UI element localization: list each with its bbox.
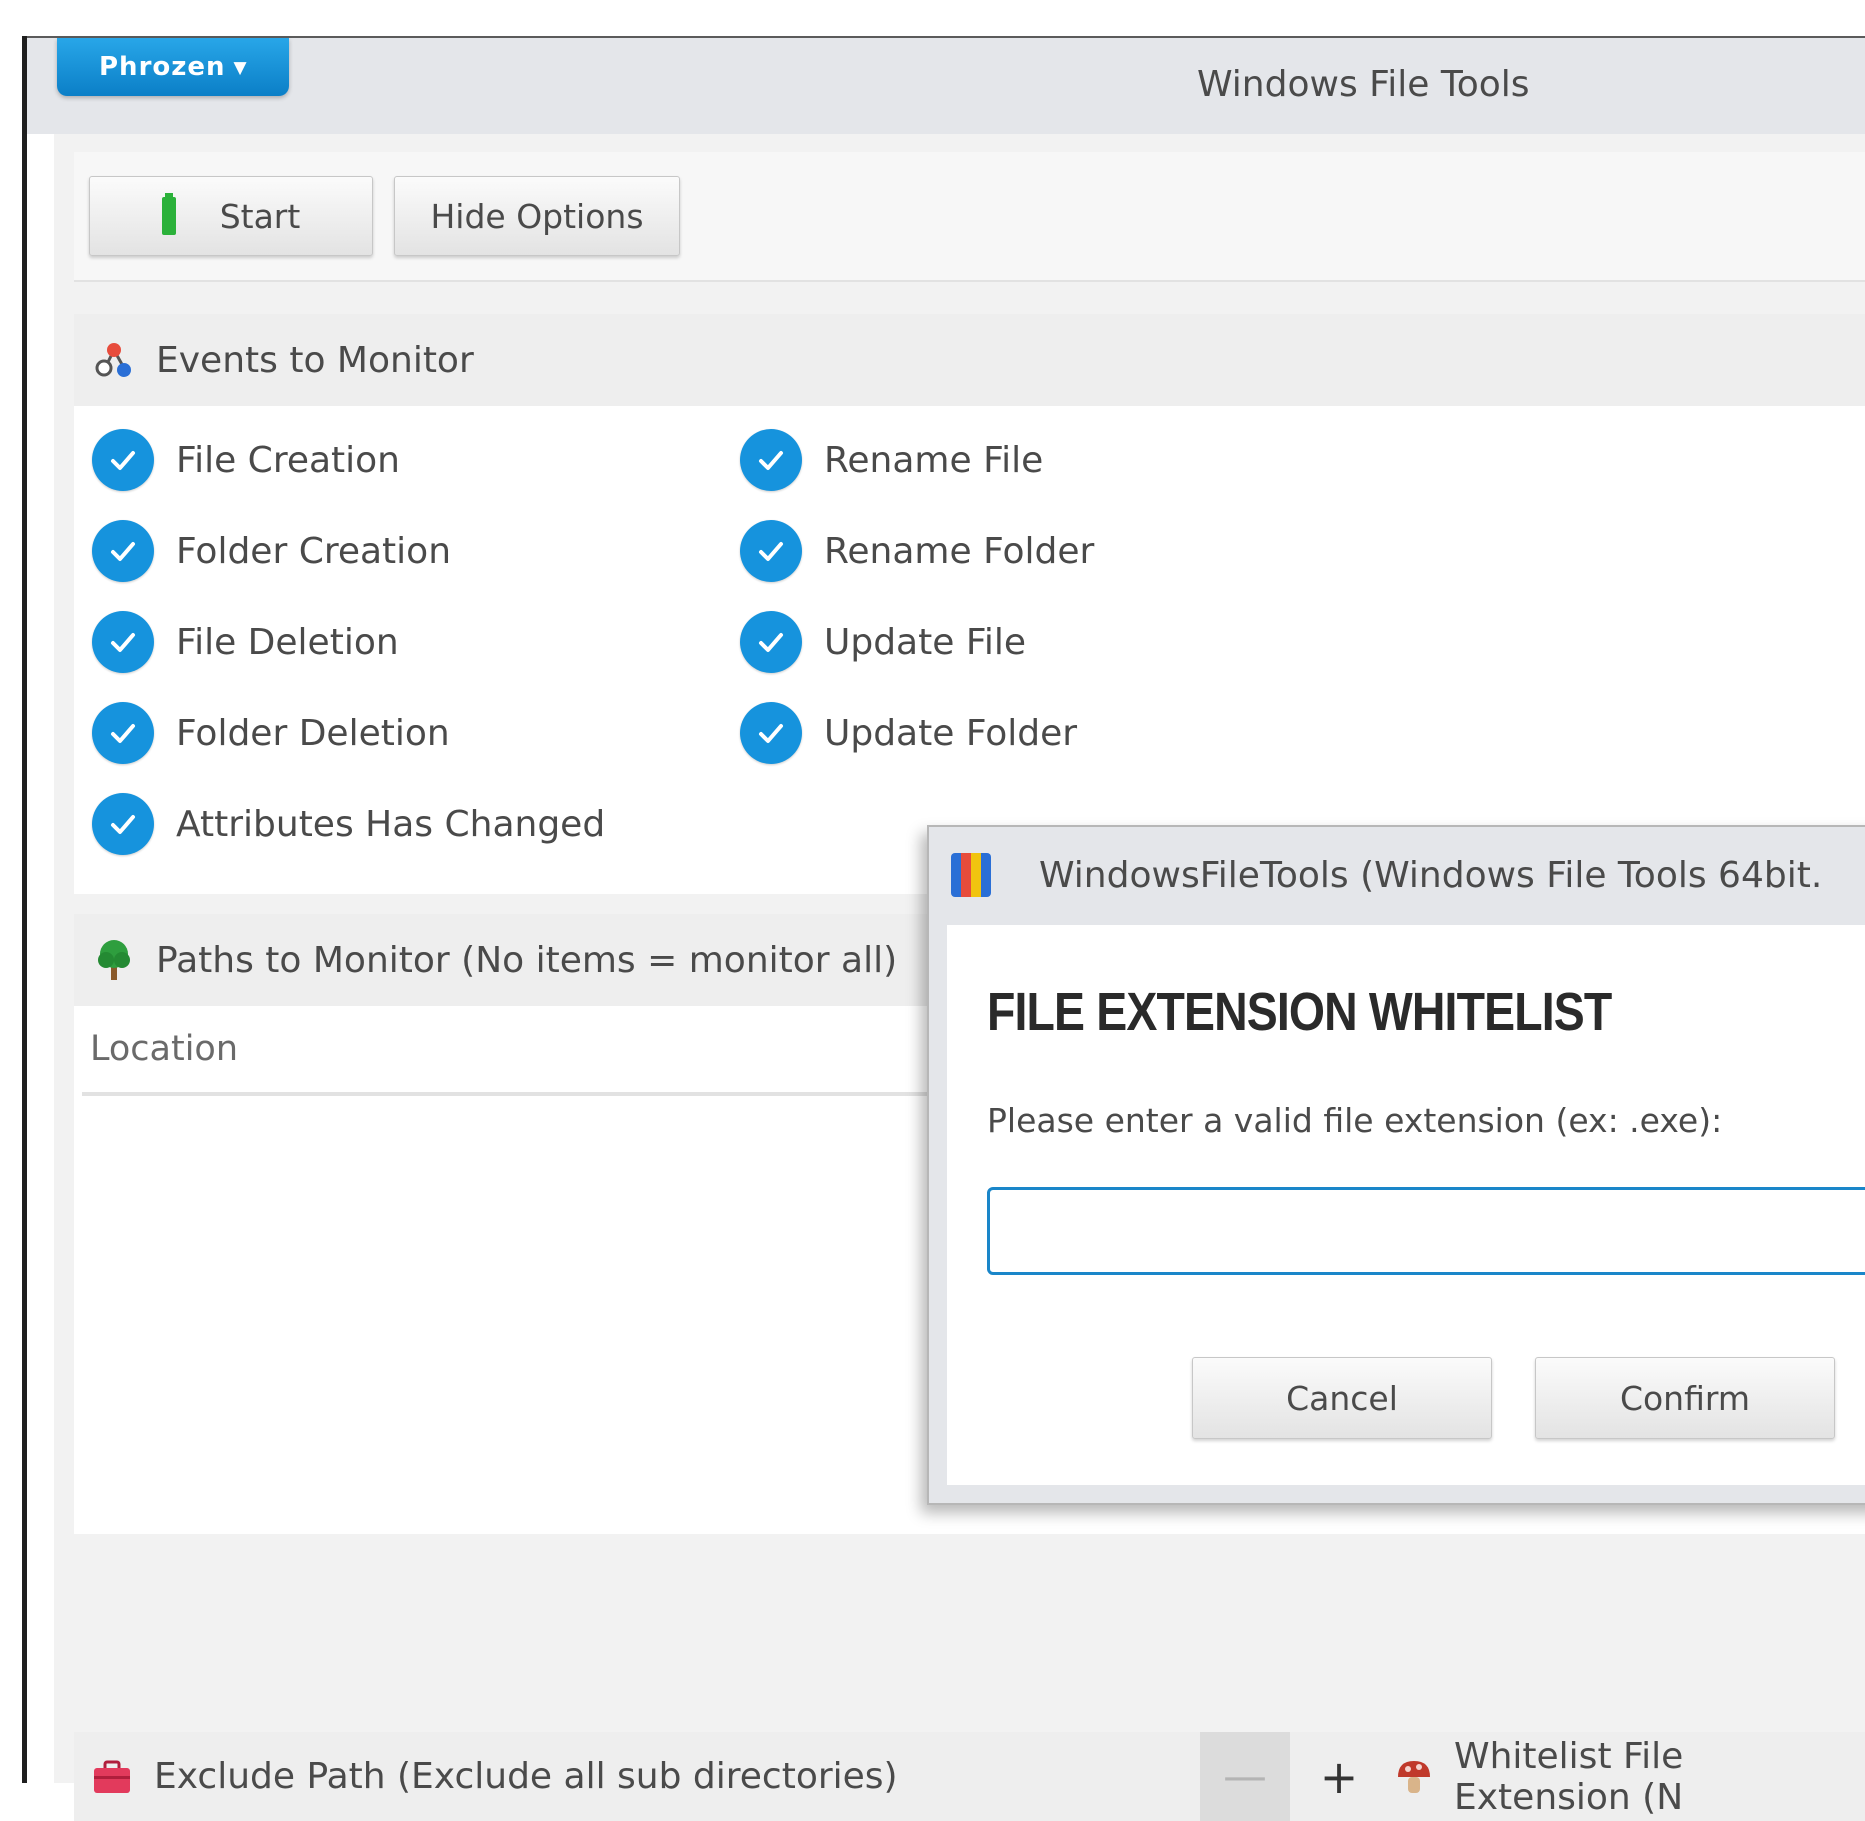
checkbox-update-folder[interactable]: Update Folder bbox=[740, 702, 1077, 764]
dialog-heading: FILE EXTENSION WHITELIST bbox=[987, 982, 1612, 1042]
dialog-body: FILE EXTENSION WHITELIST Please enter a … bbox=[947, 925, 1865, 1485]
checkbox-rename-file[interactable]: Rename File bbox=[740, 429, 1043, 491]
dialog-title: WindowsFileTools (Windows File Tools 64b… bbox=[1039, 854, 1823, 896]
check-icon bbox=[740, 702, 802, 764]
checkbox-label: Rename Folder bbox=[824, 530, 1095, 572]
whitelist-extension-label: Whitelist File Extension (N bbox=[1454, 1735, 1684, 1818]
checkbox-attributes-changed[interactable]: Attributes Has Changed bbox=[92, 793, 605, 855]
paths-header-label: Paths to Monitor (No items = monitor all… bbox=[156, 939, 898, 981]
events-header-label: Events to Monitor bbox=[156, 339, 474, 381]
file-extension-input[interactable] bbox=[987, 1187, 1865, 1275]
checkbox-label: Rename File bbox=[824, 439, 1044, 481]
app-icon bbox=[951, 853, 991, 897]
check-icon bbox=[92, 520, 154, 582]
whitelist-extension-header: Whitelist File Extension (N bbox=[1394, 1732, 1865, 1821]
checkbox-folder-creation[interactable]: Folder Creation bbox=[92, 520, 451, 582]
tree-icon bbox=[94, 940, 134, 980]
checkbox-label: Update Folder bbox=[824, 712, 1078, 754]
mushroom-icon bbox=[1394, 1757, 1434, 1797]
checkbox-update-file[interactable]: Update File bbox=[740, 611, 1026, 673]
dialog-title-bar: WindowsFileTools (Windows File Tools 64b… bbox=[929, 827, 1865, 923]
title-bar: Phrozen ▼ Windows File Tools bbox=[27, 38, 1865, 134]
location-label: Location bbox=[90, 1029, 239, 1069]
hide-options-button[interactable]: Hide Options bbox=[394, 176, 680, 256]
checkbox-label: File Creation bbox=[176, 439, 400, 481]
events-panel: Events to Monitor File Creation Folder C… bbox=[74, 314, 1865, 894]
check-icon bbox=[92, 793, 154, 855]
cancel-label: Cancel bbox=[1286, 1378, 1398, 1418]
checkbox-label: Update File bbox=[824, 621, 1027, 663]
confirm-label: Confirm bbox=[1619, 1378, 1751, 1418]
bottom-bar: Exclude Path (Exclude all sub directorie… bbox=[74, 1732, 1865, 1821]
confirm-button[interactable]: Confirm bbox=[1535, 1357, 1835, 1439]
battery-icon bbox=[161, 193, 176, 235]
check-icon bbox=[92, 702, 154, 764]
start-label: Start bbox=[219, 196, 301, 236]
check-icon bbox=[92, 429, 154, 491]
toolbar: Start Hide Options bbox=[74, 152, 1865, 282]
window-title: Windows File Tools bbox=[1197, 64, 1530, 105]
checkbox-label: File Deletion bbox=[176, 621, 399, 663]
checkbox-label: Folder Creation bbox=[176, 530, 452, 572]
cancel-button[interactable]: Cancel bbox=[1192, 1357, 1492, 1439]
check-icon bbox=[740, 429, 802, 491]
check-icon bbox=[92, 611, 154, 673]
checkbox-folder-deletion[interactable]: Folder Deletion bbox=[92, 702, 450, 764]
briefcase-icon bbox=[92, 1757, 132, 1797]
brand-menu-button[interactable]: Phrozen ▼ bbox=[57, 38, 289, 96]
brand-label: Phrozen bbox=[99, 52, 226, 82]
exclude-path-label: Exclude Path (Exclude all sub directorie… bbox=[154, 1756, 898, 1797]
remove-button[interactable]: — bbox=[1200, 1732, 1290, 1821]
caret-down-icon: ▼ bbox=[233, 58, 248, 78]
checkbox-rename-folder[interactable]: Rename Folder bbox=[740, 520, 1094, 582]
check-icon bbox=[740, 520, 802, 582]
checkbox-label: Attributes Has Changed bbox=[176, 803, 606, 845]
dialog-prompt: Please enter a valid file extension (ex:… bbox=[987, 1101, 1723, 1140]
desktop-edge bbox=[0, 0, 27, 1783]
events-header: Events to Monitor bbox=[74, 314, 1865, 406]
plus-icon: + bbox=[1319, 1749, 1359, 1804]
minus-icon: — bbox=[1223, 1751, 1267, 1802]
add-button[interactable]: + bbox=[1304, 1732, 1374, 1821]
checkbox-file-creation[interactable]: File Creation bbox=[92, 429, 400, 491]
exclude-path-header: Exclude Path (Exclude all sub directorie… bbox=[92, 1732, 898, 1821]
check-icon bbox=[740, 611, 802, 673]
network-nodes-icon bbox=[94, 340, 134, 380]
start-button[interactable]: Start bbox=[89, 176, 373, 256]
whitelist-dialog: WindowsFileTools (Windows File Tools 64b… bbox=[927, 825, 1865, 1505]
checkbox-file-deletion[interactable]: File Deletion bbox=[92, 611, 399, 673]
hide-options-label: Hide Options bbox=[430, 196, 644, 236]
location-column-header[interactable]: Location bbox=[82, 1006, 942, 1096]
checkbox-label: Folder Deletion bbox=[176, 712, 450, 754]
